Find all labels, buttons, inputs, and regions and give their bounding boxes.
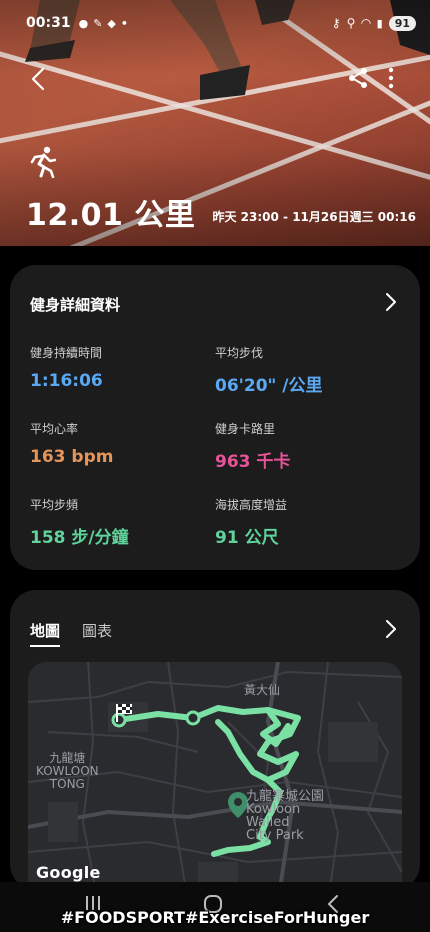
metric-label: 健身持續時間 [30, 346, 103, 360]
wifi-icon: ◠ [361, 16, 371, 30]
metric-label: 平均步頻 [30, 498, 79, 512]
metric-avg-cadence: 平均步頻 158 步/分鐘 [30, 496, 129, 548]
google-logo: Google [36, 863, 101, 882]
signal-icon: ▮ [376, 16, 383, 30]
notification-icon: ◆ [107, 16, 116, 30]
metric-label: 健身卡路里 [215, 422, 276, 436]
map-label-line: City Park [246, 828, 304, 843]
key-icon: ⚷ [331, 16, 341, 30]
metric-avg-heart-rate: 平均心率 163 bpm [30, 420, 113, 467]
metric-calories: 健身卡路里 963 千卡 [215, 420, 290, 472]
metric-duration: 健身持續時間 1:16:06 [30, 344, 103, 391]
metric-label: 平均步伐 [215, 346, 264, 360]
map-label-kowloon-tong: 九龍塘 KOWLOON TONG [36, 752, 99, 791]
more-options-icon[interactable] [383, 66, 399, 90]
route-end-marker [111, 712, 127, 728]
metric-value: 158 步/分鐘 [30, 528, 129, 548]
status-time: 00:31 [26, 15, 71, 31]
park-pin-icon [228, 792, 248, 818]
running-icon [30, 146, 56, 178]
metric-value: 91 公尺 [215, 528, 279, 548]
metric-value: 06'20" /公里 [215, 376, 323, 396]
map-card[interactable]: 地圖 圖表 黃大仙 九龍塘 KOWLOON TONG 九龍寨城公園 Kowloo… [10, 590, 420, 890]
metric-value: 1:16:06 [30, 371, 103, 391]
route-start-marker [185, 710, 201, 726]
metric-label: 海拔高度增益 [215, 498, 288, 512]
share-icon[interactable] [346, 66, 370, 90]
notification-icons: ● ✎ ◆ • [79, 17, 128, 30]
notification-icon: ✎ [93, 16, 103, 30]
tab-chart[interactable]: 圖表 [82, 620, 112, 647]
battery-indicator: 91 [388, 15, 416, 31]
map-label-line: TONG [49, 777, 85, 791]
workout-time-span: 昨天 23:00 - 11月26日週三 00:16 [212, 210, 417, 224]
workout-details-card[interactable]: 健身詳細資料 健身持續時間 1:16:06 平均步伐 06'20" /公里 平均… [10, 265, 420, 570]
route-map[interactable]: 黃大仙 九龍塘 KOWLOON TONG 九龍寨城公園 Kowloon Wall… [28, 662, 402, 890]
tab-map[interactable]: 地圖 [30, 620, 61, 647]
map-tabs: 地圖 圖表 [30, 620, 112, 647]
chevron-right-icon[interactable] [384, 292, 398, 312]
metric-label: 平均心率 [30, 422, 79, 436]
system-icons: ⚷ ⚲ ◠ ▮ 91 [331, 15, 416, 31]
metric-value: 963 千卡 [215, 452, 291, 472]
metric-elevation-gain: 海拔高度增益 91 公尺 [215, 496, 287, 548]
workout-distance: 12.01 公里 [26, 198, 196, 233]
notification-icon: • [120, 16, 128, 30]
location-icon: ⚲ [346, 16, 356, 30]
status-bar: 00:31 ● ✎ ◆ • ⚷ ⚲ ◠ ▮ 91 [26, 12, 416, 34]
map-label-wong-tai-sin: 黃大仙 [244, 683, 281, 697]
back-icon[interactable] [26, 66, 52, 92]
map-label-park: 九龍寨城公園 Kowloon Walled City Park [246, 790, 324, 842]
metric-value: 163 bpm [30, 447, 114, 467]
card-title: 健身詳細資料 [30, 296, 121, 314]
overlay-hashtag-text: #FOODSPORT#ExerciseForHunger [60, 908, 370, 927]
chevron-right-icon[interactable] [384, 619, 398, 639]
metric-avg-pace: 平均步伐 06'20" /公里 [215, 344, 323, 396]
notification-icon: ● [78, 16, 89, 30]
